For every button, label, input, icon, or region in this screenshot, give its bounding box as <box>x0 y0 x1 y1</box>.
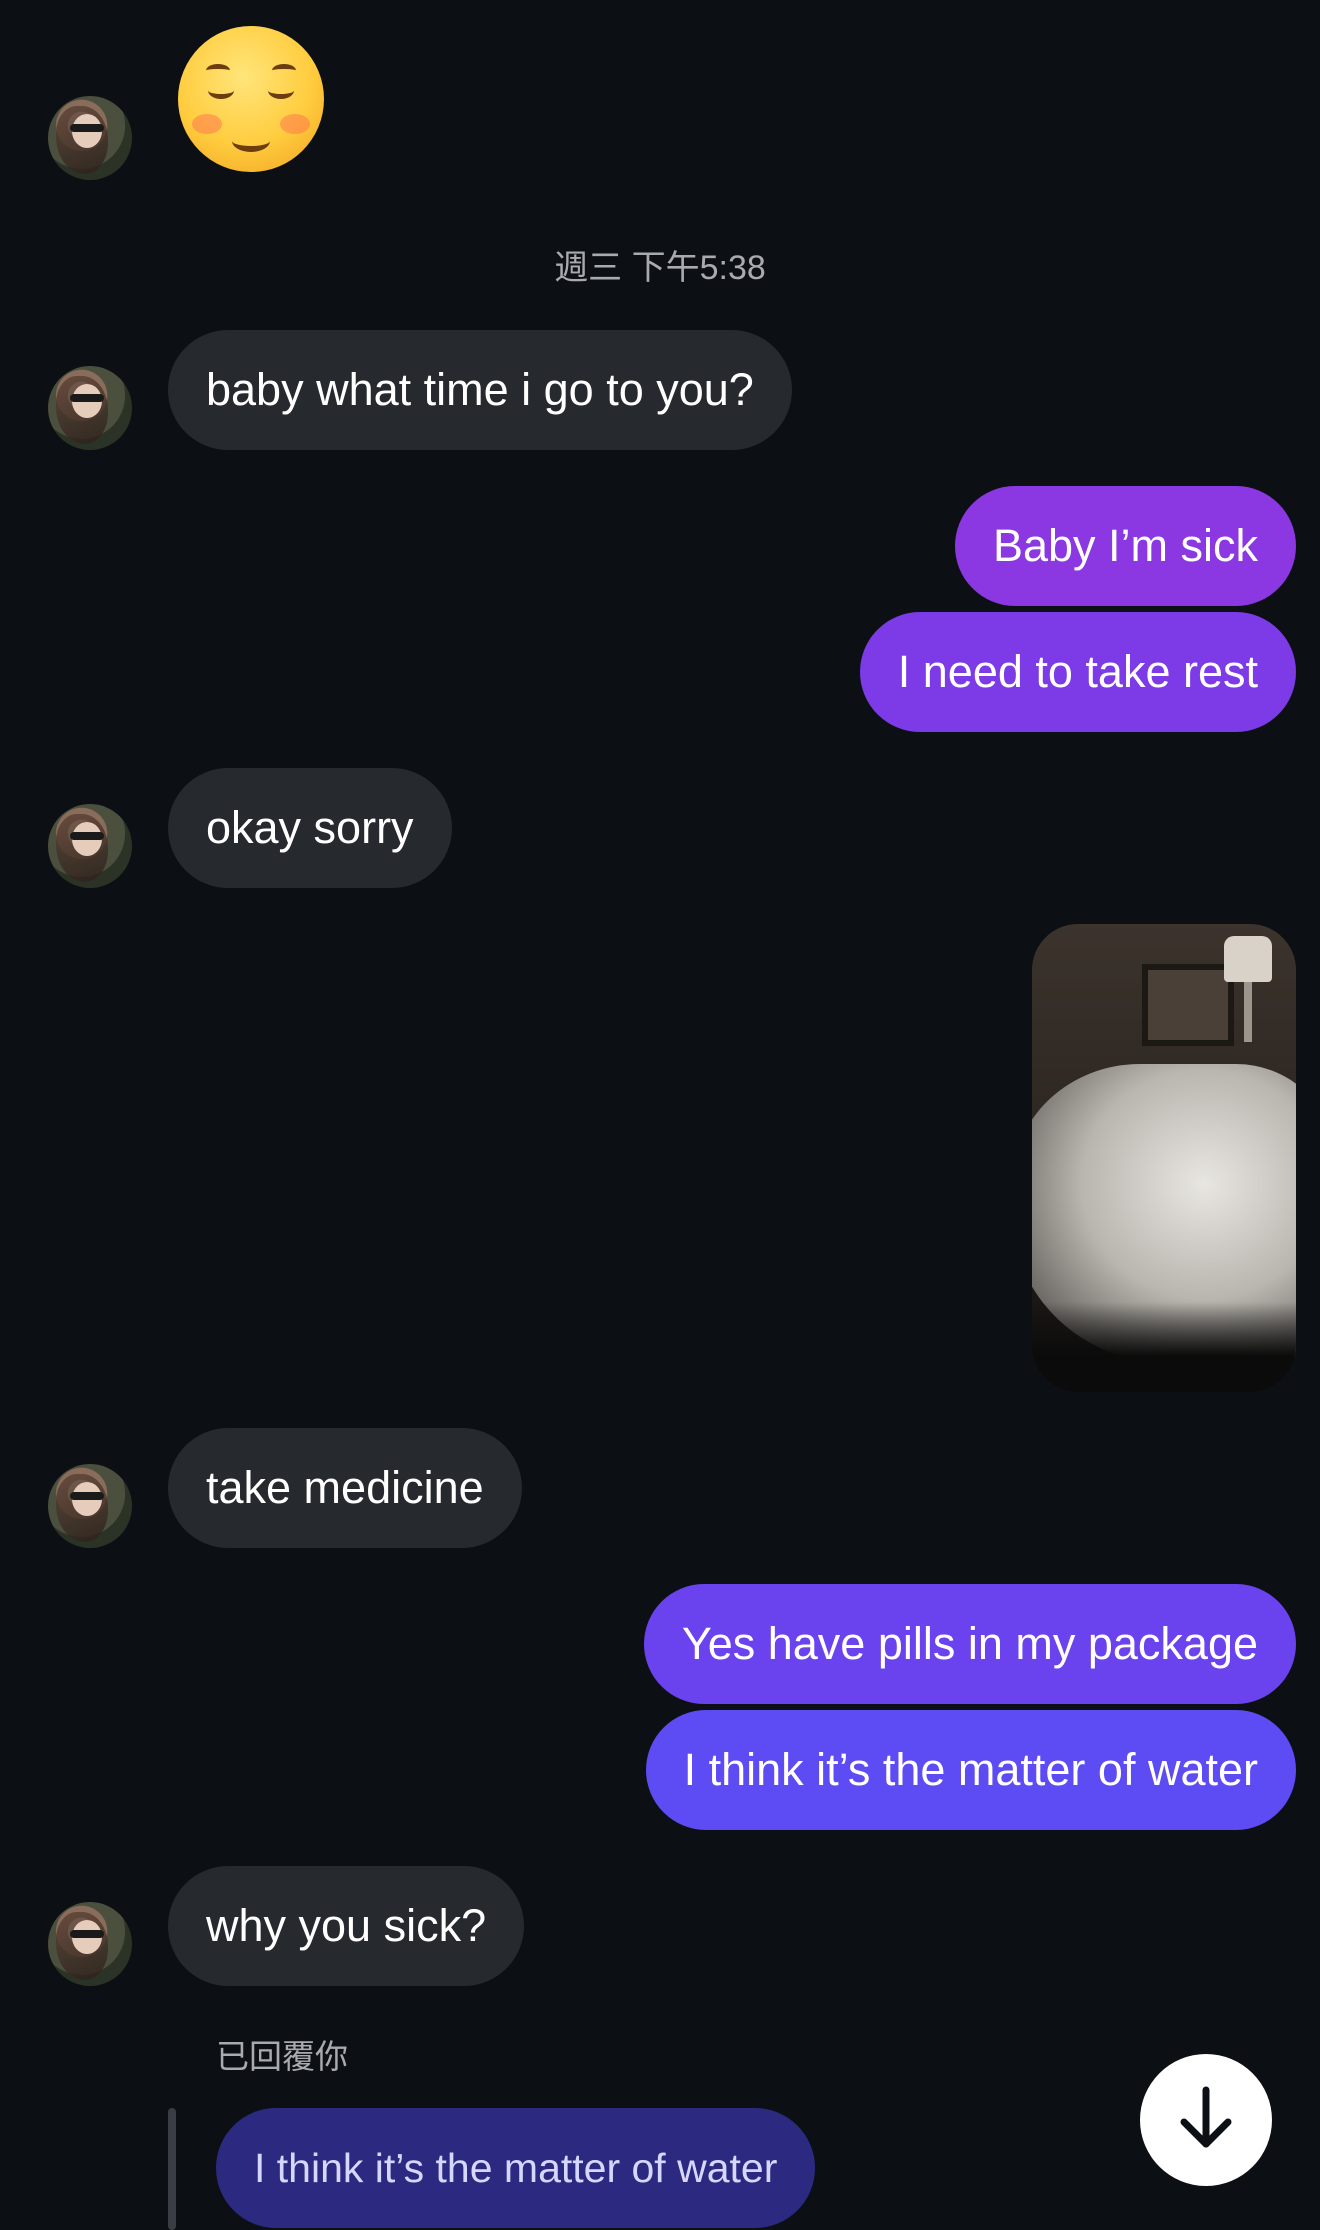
contact-avatar[interactable] <box>48 1902 132 1986</box>
photo-lamp-stem <box>1244 982 1252 1042</box>
scroll-to-bottom-button[interactable] <box>1140 2054 1272 2186</box>
emoji-left-eye <box>208 82 234 99</box>
replied-to-you-label: 已回覆你 <box>216 2038 348 2075</box>
incoming-message[interactable]: take medicine <box>168 1428 522 1548</box>
quoted-reply-message[interactable]: I think it’s the matter of water <box>216 2108 816 2228</box>
smiling-face-emoji[interactable] <box>178 26 324 172</box>
photo-picture-frame <box>1142 964 1234 1046</box>
avatar-glasses <box>70 1492 104 1500</box>
incoming-message[interactable]: baby what time i go to you? <box>168 330 792 450</box>
avatar-glasses <box>70 832 104 840</box>
emoji-right-cheek <box>280 114 310 134</box>
photo-message[interactable] <box>1032 924 1296 1392</box>
outgoing-message[interactable]: Yes have pills in my package <box>643 1584 1296 1704</box>
contact-avatar[interactable] <box>48 366 132 450</box>
avatar-glasses <box>70 394 104 402</box>
incoming-message[interactable]: okay sorry <box>168 768 452 888</box>
emoji-left-cheek <box>192 114 222 134</box>
outgoing-message[interactable]: I need to take rest <box>859 612 1296 732</box>
contact-avatar[interactable] <box>48 96 132 180</box>
message-timestamp: 週三 下午5:38 <box>554 249 766 287</box>
contact-avatar[interactable] <box>48 804 132 888</box>
contact-avatar[interactable] <box>48 1464 132 1548</box>
emoji-right-brow <box>272 64 296 77</box>
avatar-glasses <box>70 1930 104 1938</box>
photo-shadow <box>1032 1302 1296 1392</box>
outgoing-message[interactable]: Baby I’m sick <box>954 486 1296 606</box>
incoming-message[interactable]: why you sick? <box>168 1866 525 1986</box>
outgoing-message[interactable]: I think it’s the matter of water <box>645 1710 1296 1830</box>
emoji-left-brow <box>206 64 230 77</box>
emoji-mouth <box>232 130 270 152</box>
arrow-down-icon <box>1178 2086 1234 2155</box>
emoji-right-eye <box>268 82 294 99</box>
reply-quote-bar <box>168 2108 176 2230</box>
avatar-glasses <box>70 124 104 132</box>
photo-lamp-shade <box>1224 936 1272 982</box>
